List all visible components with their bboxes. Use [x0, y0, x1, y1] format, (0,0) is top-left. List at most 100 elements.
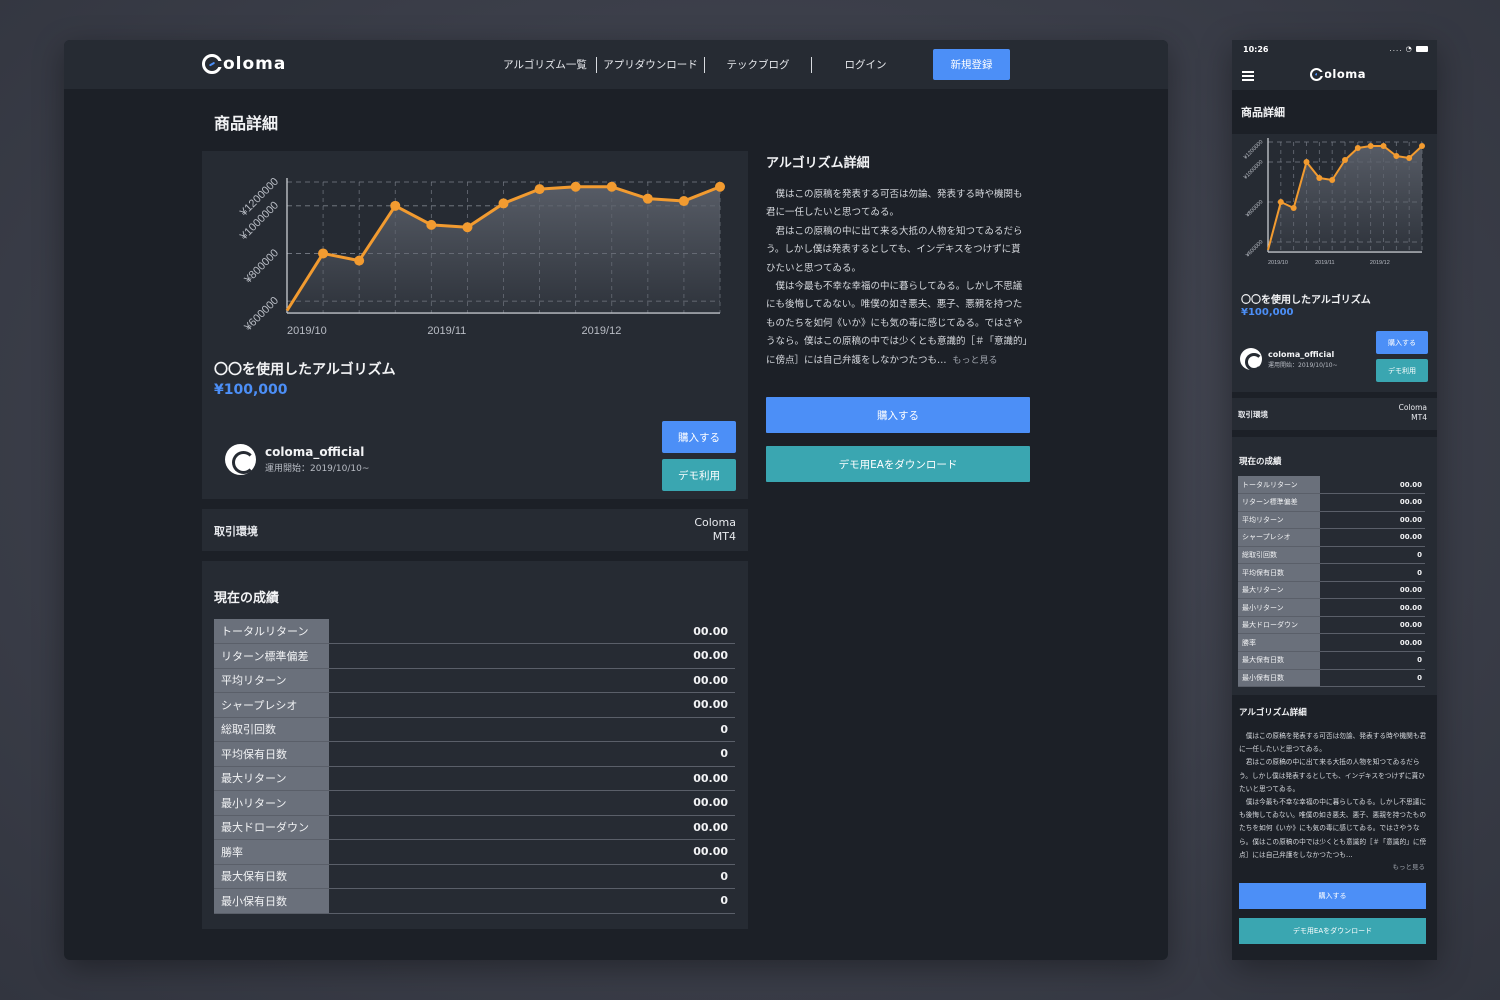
metric-label: 最小保有日数	[214, 888, 329, 914]
data-point	[715, 181, 725, 192]
algorithm-name: 〇〇を使用したアルゴリズム	[1241, 295, 1371, 306]
metric-label: 勝率	[214, 839, 329, 865]
operation-start: 運用開始：2019/10/10~	[1268, 361, 1338, 369]
metric-value: 0	[1320, 651, 1425, 670]
desktop-window: oloma アルゴリズム一覧 アプリダウンロード テックブログ ログイン 新規登…	[64, 40, 1168, 960]
detail-paragraph-text: 僕は今最も不幸な幸福の中に暮らしてゐる。しかし不思議にも後悔してゐない。唯僕の如…	[766, 281, 1028, 366]
performance-row: 平均保有日数 0	[1238, 563, 1425, 582]
performance-row: リターン標準偏差 00.00	[214, 643, 735, 669]
performance-row: 平均リターン 00.00	[214, 668, 735, 693]
metric-value: 00.00	[329, 766, 735, 791]
metric-value: 00.00	[329, 790, 735, 816]
read-more-link[interactable]: もっと見る	[953, 356, 998, 366]
data-point	[1342, 157, 1348, 163]
buy-button-small[interactable]: 購入する	[662, 421, 736, 453]
buy-button[interactable]: 購入する	[766, 397, 1030, 433]
detail-body: 僕はこの原稿を発表する可否は勿論、発表する時や機関も君に一任したいと思つてゐる。…	[766, 186, 1030, 370]
nav-app-download[interactable]: アプリダウンロード	[597, 56, 705, 73]
performance-title: 現在の成績	[1239, 457, 1282, 467]
metric-value: 0	[329, 888, 735, 914]
detail-paragraph: 君はこの原稿の中に出て来る大抵の人物を知つてゐるだらう。しかし僕は発表するとして…	[766, 225, 1023, 274]
buy-button-small[interactable]: 購入する	[1376, 331, 1428, 354]
performance-row: 最大保有日数 0	[1238, 651, 1425, 670]
algorithm-name: 〇〇を使用したアルゴリズム	[214, 362, 396, 378]
signal-icon: ....	[1389, 45, 1403, 53]
environment-platform: Coloma	[694, 516, 736, 529]
metric-value: 0	[329, 741, 735, 767]
nav-algorithms[interactable]: アルゴリズム一覧	[494, 56, 597, 73]
brand-name: oloma	[223, 54, 287, 74]
performance-row: 勝率 00.00	[1238, 633, 1425, 652]
x-tick-label: 2019/10	[1268, 260, 1288, 266]
nav-login[interactable]: ログイン	[812, 57, 919, 73]
metric-value: 00.00	[329, 643, 735, 669]
y-tick-label: ¥1200000	[1243, 139, 1265, 161]
data-point	[390, 200, 401, 211]
metric-value: 00.00	[329, 619, 735, 644]
demo-ea-download-button[interactable]: デモ用EAをダウンロード	[766, 446, 1030, 482]
nav-tech-blog[interactable]: テックブログ	[705, 56, 812, 73]
trading-environment: 取引環境 Coloma MT4	[202, 509, 748, 551]
metric-label: 平均保有日数	[1238, 563, 1320, 582]
buy-button[interactable]: 購入する	[1239, 883, 1426, 909]
owner-info: coloma_official 運用開始：2019/10/10~	[225, 444, 369, 475]
environment-platform: Coloma	[1398, 403, 1427, 412]
metric-value: 00.00	[1320, 511, 1425, 530]
metric-value: 00.00	[1320, 598, 1425, 617]
detail-paragraph: 僕は今最も不幸な幸福の中に暮らしてゐる。しかし不思議にも後悔してゐない。唯僕の如…	[1239, 798, 1427, 859]
performance-row: トータルリターン 00.00	[1238, 476, 1425, 495]
data-point	[1406, 155, 1413, 161]
avatar	[1240, 348, 1264, 372]
metric-value: 00.00	[329, 668, 735, 693]
performance-row: 総取引回数 0	[214, 717, 735, 742]
y-tick-label: ¥600000	[1245, 239, 1264, 258]
environment-label: 取引環境	[214, 525, 258, 538]
x-tick-label: 2019/10	[287, 325, 327, 337]
metric-value: 0	[329, 717, 735, 742]
performance-table: トータルリターン 00.00 リターン標準偏差 00.00 平均リターン 00.00 シャー…	[1238, 476, 1425, 688]
data-point	[1419, 143, 1425, 149]
data-point	[318, 248, 329, 259]
mobile-header: 10:26 .... ◔ oloma	[1232, 40, 1437, 90]
metric-value: 0	[1320, 563, 1425, 582]
metric-label: トータルリターン	[1238, 476, 1320, 495]
performance-table: トータルリターン 00.00 リターン標準偏差 00.00 平均リターン 00.00 シャー…	[214, 619, 735, 914]
detail-paragraph: 僕は今最も不幸な幸福の中に暮らしてゐる。しかし不思議にも後悔してゐない。唯僕の如…	[766, 278, 1030, 370]
metric-label: 最小保有日数	[1238, 669, 1320, 688]
owner-name[interactable]: coloma_official	[1268, 350, 1338, 359]
mobile-brand-logo[interactable]: oloma	[1310, 67, 1366, 81]
owner-info: coloma_official 運用開始：2019/10/10~	[1240, 348, 1338, 372]
metric-label: 勝率	[1238, 633, 1320, 652]
signup-button[interactable]: 新規登録	[933, 49, 1010, 80]
metric-value: 0	[1320, 669, 1425, 688]
data-point	[534, 184, 545, 195]
data-point	[1393, 153, 1400, 159]
performance-row: 最大保有日数 0	[214, 864, 735, 889]
hamburger-menu-icon[interactable]	[1242, 71, 1254, 81]
metric-value: 00.00	[1320, 616, 1425, 635]
page-title: 商品詳細	[1241, 106, 1285, 119]
performance-row: 最小保有日数 0	[214, 888, 735, 914]
performance-row: リターン標準偏差 00.00	[1238, 493, 1425, 512]
demo-button[interactable]: デモ利用	[662, 459, 736, 491]
brand-logo[interactable]: oloma	[202, 54, 286, 74]
demo-ea-download-button[interactable]: デモ用EAをダウンロード	[1239, 918, 1426, 944]
trading-environment: 取引環境 Coloma MT4	[1232, 398, 1437, 430]
logo-c-icon	[202, 54, 223, 74]
metric-label: 最大リターン	[1238, 581, 1320, 600]
performance-row: 最小リターン 00.00	[214, 790, 735, 816]
metric-value: 00.00	[1320, 633, 1425, 652]
metric-value: 00.00	[1320, 476, 1425, 495]
metric-label: 平均リターン	[1238, 511, 1320, 530]
metric-value: 00.00	[1320, 493, 1425, 512]
owner-name[interactable]: coloma_official	[265, 445, 369, 459]
performance-title: 現在の成績	[214, 591, 280, 606]
read-more-link[interactable]: もっと見る	[1393, 861, 1426, 871]
data-point	[1367, 143, 1374, 149]
demo-button[interactable]: デモ利用	[1376, 359, 1428, 382]
operation-start: 運用開始：2019/10/10~	[265, 464, 370, 474]
equity-chart: ¥600000¥800000¥1000000¥12000002019/10 201…	[237, 176, 725, 337]
performance-row: 勝率 00.00	[214, 839, 735, 865]
data-point	[1277, 199, 1284, 205]
performance-row: 最大ドローダウン 00.00	[214, 815, 735, 840]
